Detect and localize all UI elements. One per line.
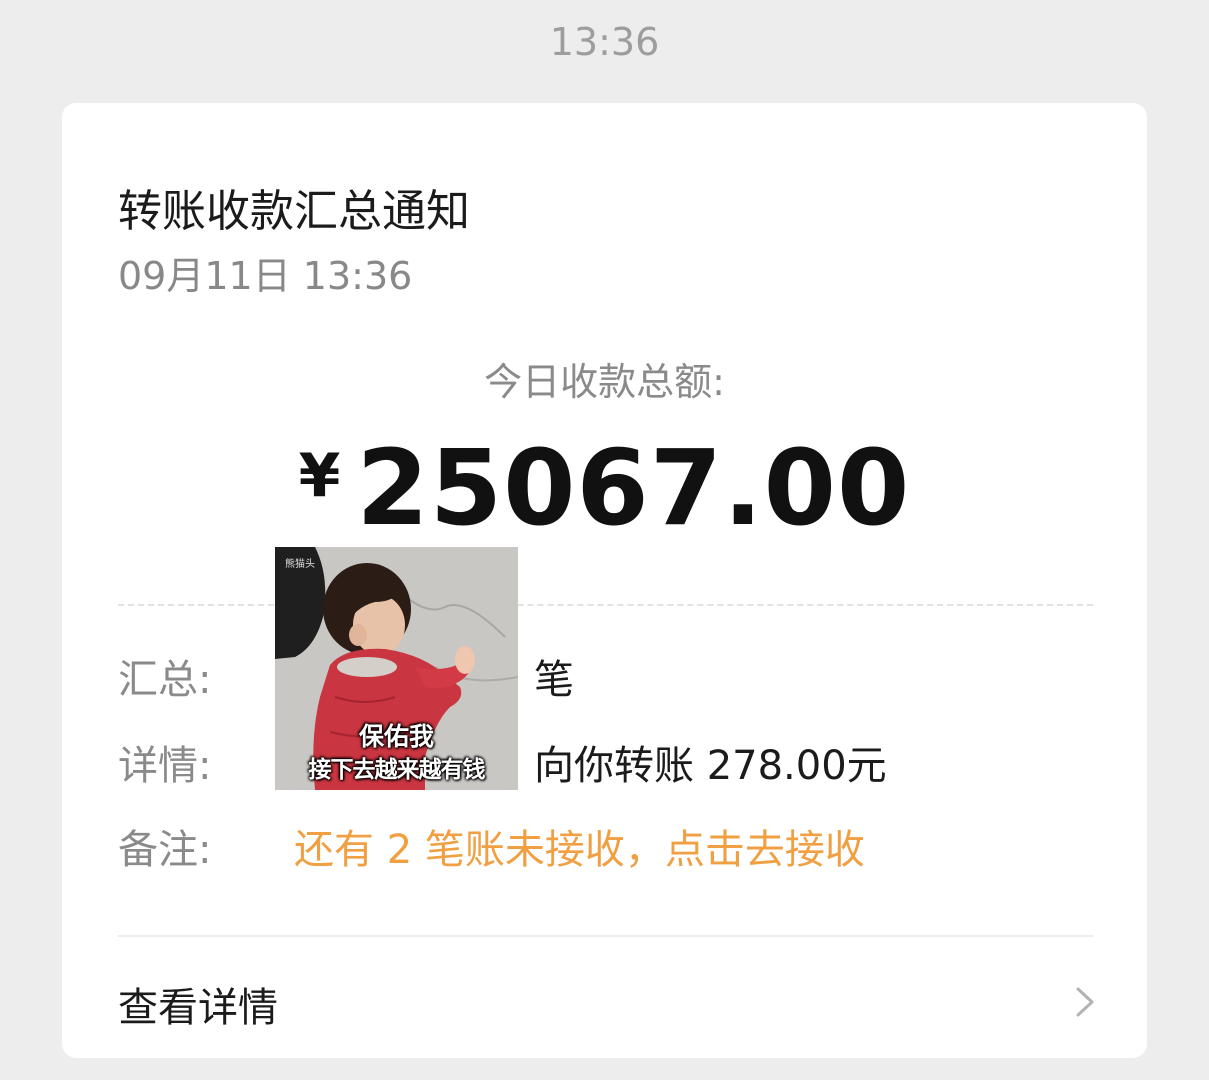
total-amount: ¥25067.00 (62, 427, 1147, 549)
remark-link[interactable]: 还有 2 笔账未接收，点击去接收 (294, 817, 865, 875)
meme-sticker-image: 熊猫头 保佑我 接下去越来越有钱 (275, 547, 518, 790)
remark-label: 备注: (118, 827, 212, 873)
currency-symbol: ¥ (298, 441, 341, 511)
dashed-divider (118, 604, 1093, 606)
view-details-label: 查看详情 (118, 985, 278, 1031)
view-details-button[interactable]: 查看详情 (62, 937, 1147, 1058)
sticker-caption-line1: 保佑我 (358, 722, 434, 751)
summary-label: 汇总: (118, 657, 212, 703)
sticker-watermark: 熊猫头 (285, 559, 315, 570)
chevron-right-icon (1076, 987, 1094, 1017)
card-date: 09月11日 13:36 (118, 254, 413, 298)
card-title: 转账收款汇总通知 (118, 186, 470, 237)
transfer-summary-card[interactable]: 转账收款汇总通知 09月11日 13:36 今日收款总额: ¥25067.00 … (62, 103, 1147, 1058)
total-label: 今日收款总额: (484, 360, 725, 404)
sticker-caption-line2: 接下去越来越有钱 (308, 757, 486, 783)
detail-label: 详情: (118, 743, 212, 789)
amount-value: 25067.00 (356, 427, 911, 549)
timestamp: 13:36 (549, 20, 660, 64)
